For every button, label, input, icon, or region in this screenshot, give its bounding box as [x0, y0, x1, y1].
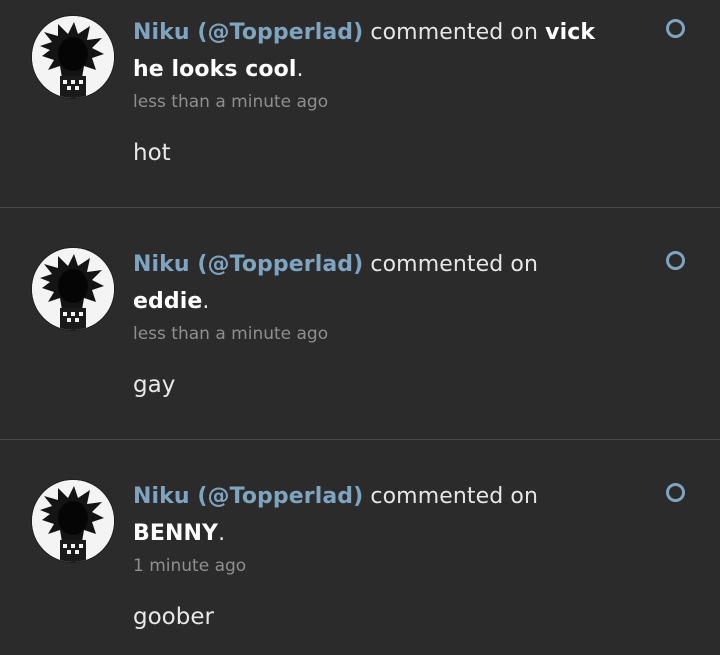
notification-headline: Niku (@Topperlad) commented on BENNY. [133, 478, 633, 552]
notification-body: Niku (@Topperlad) commented on eddie. le… [133, 246, 633, 400]
period: . [202, 289, 210, 314]
action-text: commented on [370, 252, 539, 277]
notification-item[interactable]: Niku (@Topperlad) commented on eddie. le… [0, 208, 720, 440]
circle-outline-icon[interactable] [666, 251, 685, 270]
timestamp: 1 minute ago [133, 556, 247, 576]
timestamp: less than a minute ago [133, 92, 329, 112]
comment-text: hot [133, 140, 171, 166]
notification-body: Niku (@Topperlad) commented on vick he l… [133, 14, 633, 168]
notification-headline: Niku (@Topperlad) commented on vick he l… [133, 14, 633, 88]
action-text: commented on [370, 20, 539, 45]
circle-outline-icon[interactable] [666, 483, 685, 502]
period: . [296, 57, 304, 82]
author-link[interactable]: Niku (@Topperlad) [133, 484, 363, 509]
avatar[interactable] [32, 248, 114, 330]
notification-feed: Niku (@Topperlad) commented on vick he l… [0, 0, 720, 655]
post-title-link[interactable]: eddie [133, 289, 202, 314]
circle-outline-icon[interactable] [666, 19, 685, 38]
post-title-link[interactable]: BENNY [133, 521, 218, 546]
hedgehog-avatar-icon [32, 16, 114, 98]
comment-text: gay [133, 372, 176, 398]
avatar[interactable] [32, 16, 114, 98]
author-link[interactable]: Niku (@Topperlad) [133, 252, 363, 277]
period: . [218, 521, 226, 546]
notification-item[interactable]: Niku (@Topperlad) commented on BENNY. 1 … [0, 440, 720, 655]
avatar[interactable] [32, 480, 114, 562]
hedgehog-avatar-icon [32, 480, 114, 562]
comment-text: goober [133, 604, 214, 630]
notification-item[interactable]: Niku (@Topperlad) commented on vick he l… [0, 0, 720, 208]
hedgehog-avatar-icon [32, 248, 114, 330]
timestamp: less than a minute ago [133, 324, 329, 344]
notification-headline: Niku (@Topperlad) commented on eddie. [133, 246, 633, 320]
notification-body: Niku (@Topperlad) commented on BENNY. 1 … [133, 478, 633, 632]
author-link[interactable]: Niku (@Topperlad) [133, 20, 363, 45]
action-text: commented on [370, 484, 539, 509]
